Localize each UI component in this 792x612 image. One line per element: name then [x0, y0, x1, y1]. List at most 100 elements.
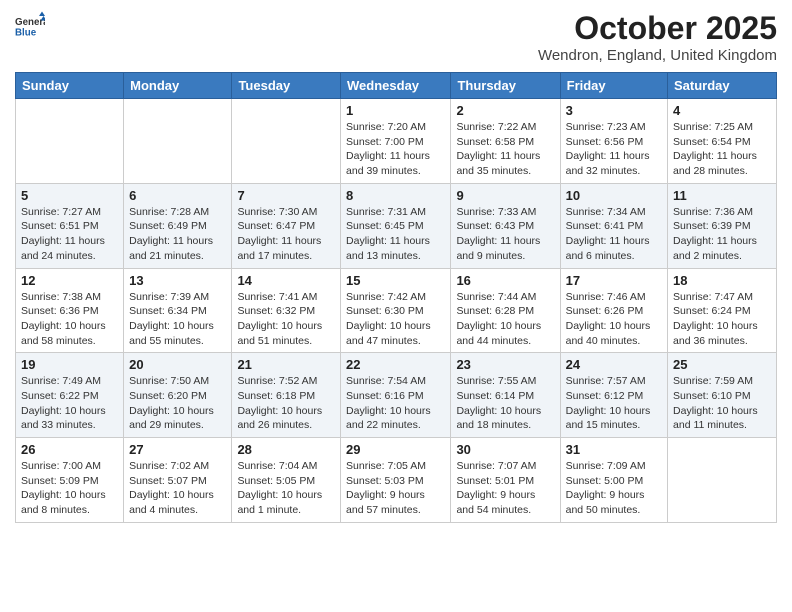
day-number: 16	[456, 273, 554, 288]
day-number: 30	[456, 442, 554, 457]
header-row: Sunday Monday Tuesday Wednesday Thursday…	[16, 73, 777, 99]
table-row: 2Sunrise: 7:22 AMSunset: 6:58 PMDaylight…	[451, 99, 560, 184]
calendar-week-2: 5Sunrise: 7:27 AMSunset: 6:51 PMDaylight…	[16, 183, 777, 268]
table-row: 1 Sunrise: 7:20 AMSunset: 7:00 PMDaylight…	[341, 99, 451, 184]
day-number: 12	[21, 273, 118, 288]
table-row: 9Sunrise: 7:33 AMSunset: 6:43 PMDaylight…	[451, 183, 560, 268]
day-info: Sunrise: 7:23 AMSunset: 6:56 PMDaylight:…	[566, 120, 662, 179]
table-row: 11 Sunrise: 7:36 AMSunset: 6:39 PMDayligh…	[668, 183, 777, 268]
table-row: 8 Sunrise: 7:31 AMSunset: 6:45 PMDaylight…	[341, 183, 451, 268]
day-number: 3	[566, 103, 662, 118]
table-row: 10Sunrise: 7:34 AMSunset: 6:41 PMDayligh…	[560, 183, 667, 268]
day-number: 9	[456, 188, 554, 203]
table-row: 22 Sunrise: 7:54 AMSunset: 6:16 PMDayligh…	[341, 353, 451, 438]
day-info: Sunrise: 7:02 AMSunset: 5:07 PMDaylight:…	[129, 459, 226, 518]
table-row: 23 Sunrise: 7:55 AMSunset: 6:14 PMDayligh…	[451, 353, 560, 438]
day-number: 13	[129, 273, 226, 288]
calendar-table: Sunday Monday Tuesday Wednesday Thursday…	[15, 72, 777, 523]
table-row: 19 Sunrise: 7:49 AMSunset: 6:22 PMDayligh…	[16, 353, 124, 438]
day-number: 23	[456, 357, 554, 372]
day-number: 8	[346, 188, 445, 203]
day-number: 1	[346, 103, 445, 118]
day-number: 21	[237, 357, 335, 372]
calendar-week-5: 26 Sunrise: 7:00 AMSunset: 5:09 PMDayligh…	[16, 438, 777, 523]
table-row: 17 Sunrise: 7:46 AMSunset: 6:26 PMDayligh…	[560, 268, 667, 353]
day-number: 26	[21, 442, 118, 457]
logo: General Blue	[15, 10, 47, 40]
svg-text:Blue: Blue	[15, 28, 37, 39]
day-info: Sunrise: 7:49 AMSunset: 6:22 PMDaylight:…	[21, 374, 118, 433]
day-number: 17	[566, 273, 662, 288]
day-info: Sunrise: 7:34 AMSunset: 6:41 PMDaylight:…	[566, 205, 662, 264]
header: General Blue October 2025 Wendron, Engla…	[15, 10, 777, 64]
table-row	[124, 99, 232, 184]
day-number: 7	[237, 188, 335, 203]
table-row: 20 Sunrise: 7:50 AMSunset: 6:20 PMDayligh…	[124, 353, 232, 438]
logo-icon: General Blue	[15, 10, 45, 40]
table-row: 7 Sunrise: 7:30 AMSunset: 6:47 PMDaylight…	[232, 183, 341, 268]
day-info: Sunrise: 7:28 AMSunset: 6:49 PMDaylight:…	[129, 205, 226, 264]
table-row: 24 Sunrise: 7:57 AMSunset: 6:12 PMDayligh…	[560, 353, 667, 438]
day-info: Sunrise: 7:22 AMSunset: 6:58 PMDaylight:…	[456, 120, 554, 179]
day-number: 15	[346, 273, 445, 288]
col-thursday: Thursday	[451, 73, 560, 99]
day-info: Sunrise: 7:41 AMSunset: 6:32 PMDaylight:…	[237, 290, 335, 349]
day-number: 4	[673, 103, 771, 118]
table-row: 30 Sunrise: 7:07 AMSunset: 5:01 PMDayligh…	[451, 438, 560, 523]
title-block: October 2025 Wendron, England, United Ki…	[538, 10, 777, 64]
day-info: Sunrise: 7:54 AMSunset: 6:16 PMDaylight:…	[346, 374, 445, 433]
day-number: 31	[566, 442, 662, 457]
table-row	[16, 99, 124, 184]
day-info: Sunrise: 7:00 AMSunset: 5:09 PMDaylight:…	[21, 459, 118, 518]
col-friday: Friday	[560, 73, 667, 99]
table-row: 6 Sunrise: 7:28 AMSunset: 6:49 PMDaylight…	[124, 183, 232, 268]
table-row: 13 Sunrise: 7:39 AMSunset: 6:34 PMDayligh…	[124, 268, 232, 353]
day-number: 24	[566, 357, 662, 372]
day-info: Sunrise: 7:30 AMSunset: 6:47 PMDaylight:…	[237, 205, 335, 264]
table-row: 25Sunrise: 7:59 AMSunset: 6:10 PMDayligh…	[668, 353, 777, 438]
table-row: 3 Sunrise: 7:23 AMSunset: 6:56 PMDaylight…	[560, 99, 667, 184]
table-row: 14 Sunrise: 7:41 AMSunset: 6:32 PMDayligh…	[232, 268, 341, 353]
day-number: 18	[673, 273, 771, 288]
table-row: 15 Sunrise: 7:42 AMSunset: 6:30 PMDayligh…	[341, 268, 451, 353]
day-info: Sunrise: 7:39 AMSunset: 6:34 PMDaylight:…	[129, 290, 226, 349]
day-number: 6	[129, 188, 226, 203]
day-info: Sunrise: 7:20 AMSunset: 7:00 PMDaylight:…	[346, 120, 445, 179]
day-info: Sunrise: 7:27 AMSunset: 6:51 PMDaylight:…	[21, 205, 118, 264]
day-info: Sunrise: 7:04 AMSunset: 5:05 PMDaylight:…	[237, 459, 335, 518]
day-number: 11	[673, 188, 771, 203]
day-info: Sunrise: 7:52 AMSunset: 6:18 PMDaylight:…	[237, 374, 335, 433]
table-row: 21 Sunrise: 7:52 AMSunset: 6:18 PMDayligh…	[232, 353, 341, 438]
col-saturday: Saturday	[668, 73, 777, 99]
table-row	[232, 99, 341, 184]
day-number: 14	[237, 273, 335, 288]
day-info: Sunrise: 7:07 AMSunset: 5:01 PMDaylight:…	[456, 459, 554, 518]
table-row: 27 Sunrise: 7:02 AMSunset: 5:07 PMDayligh…	[124, 438, 232, 523]
day-info: Sunrise: 7:31 AMSunset: 6:45 PMDaylight:…	[346, 205, 445, 264]
day-info: Sunrise: 7:50 AMSunset: 6:20 PMDaylight:…	[129, 374, 226, 433]
day-number: 20	[129, 357, 226, 372]
day-info: Sunrise: 7:36 AMSunset: 6:39 PMDaylight:…	[673, 205, 771, 264]
day-info: Sunrise: 7:57 AMSunset: 6:12 PMDaylight:…	[566, 374, 662, 433]
day-number: 29	[346, 442, 445, 457]
day-number: 19	[21, 357, 118, 372]
day-number: 28	[237, 442, 335, 457]
day-info: Sunrise: 7:47 AMSunset: 6:24 PMDaylight:…	[673, 290, 771, 349]
day-info: Sunrise: 7:25 AMSunset: 6:54 PMDaylight:…	[673, 120, 771, 179]
col-wednesday: Wednesday	[341, 73, 451, 99]
day-number: 27	[129, 442, 226, 457]
svg-text:General: General	[15, 17, 45, 28]
col-tuesday: Tuesday	[232, 73, 341, 99]
table-row: 4 Sunrise: 7:25 AMSunset: 6:54 PMDaylight…	[668, 99, 777, 184]
table-row: 5Sunrise: 7:27 AMSunset: 6:51 PMDaylight…	[16, 183, 124, 268]
day-info: Sunrise: 7:38 AMSunset: 6:36 PMDaylight:…	[21, 290, 118, 349]
table-row: 26 Sunrise: 7:00 AMSunset: 5:09 PMDayligh…	[16, 438, 124, 523]
table-row: 28 Sunrise: 7:04 AMSunset: 5:05 PMDayligh…	[232, 438, 341, 523]
day-number: 22	[346, 357, 445, 372]
day-number: 25	[673, 357, 771, 372]
table-row: 29Sunrise: 7:05 AMSunset: 5:03 PMDayligh…	[341, 438, 451, 523]
day-info: Sunrise: 7:46 AMSunset: 6:26 PMDaylight:…	[566, 290, 662, 349]
table-row: 16Sunrise: 7:44 AMSunset: 6:28 PMDayligh…	[451, 268, 560, 353]
day-info: Sunrise: 7:55 AMSunset: 6:14 PMDaylight:…	[456, 374, 554, 433]
day-info: Sunrise: 7:42 AMSunset: 6:30 PMDaylight:…	[346, 290, 445, 349]
